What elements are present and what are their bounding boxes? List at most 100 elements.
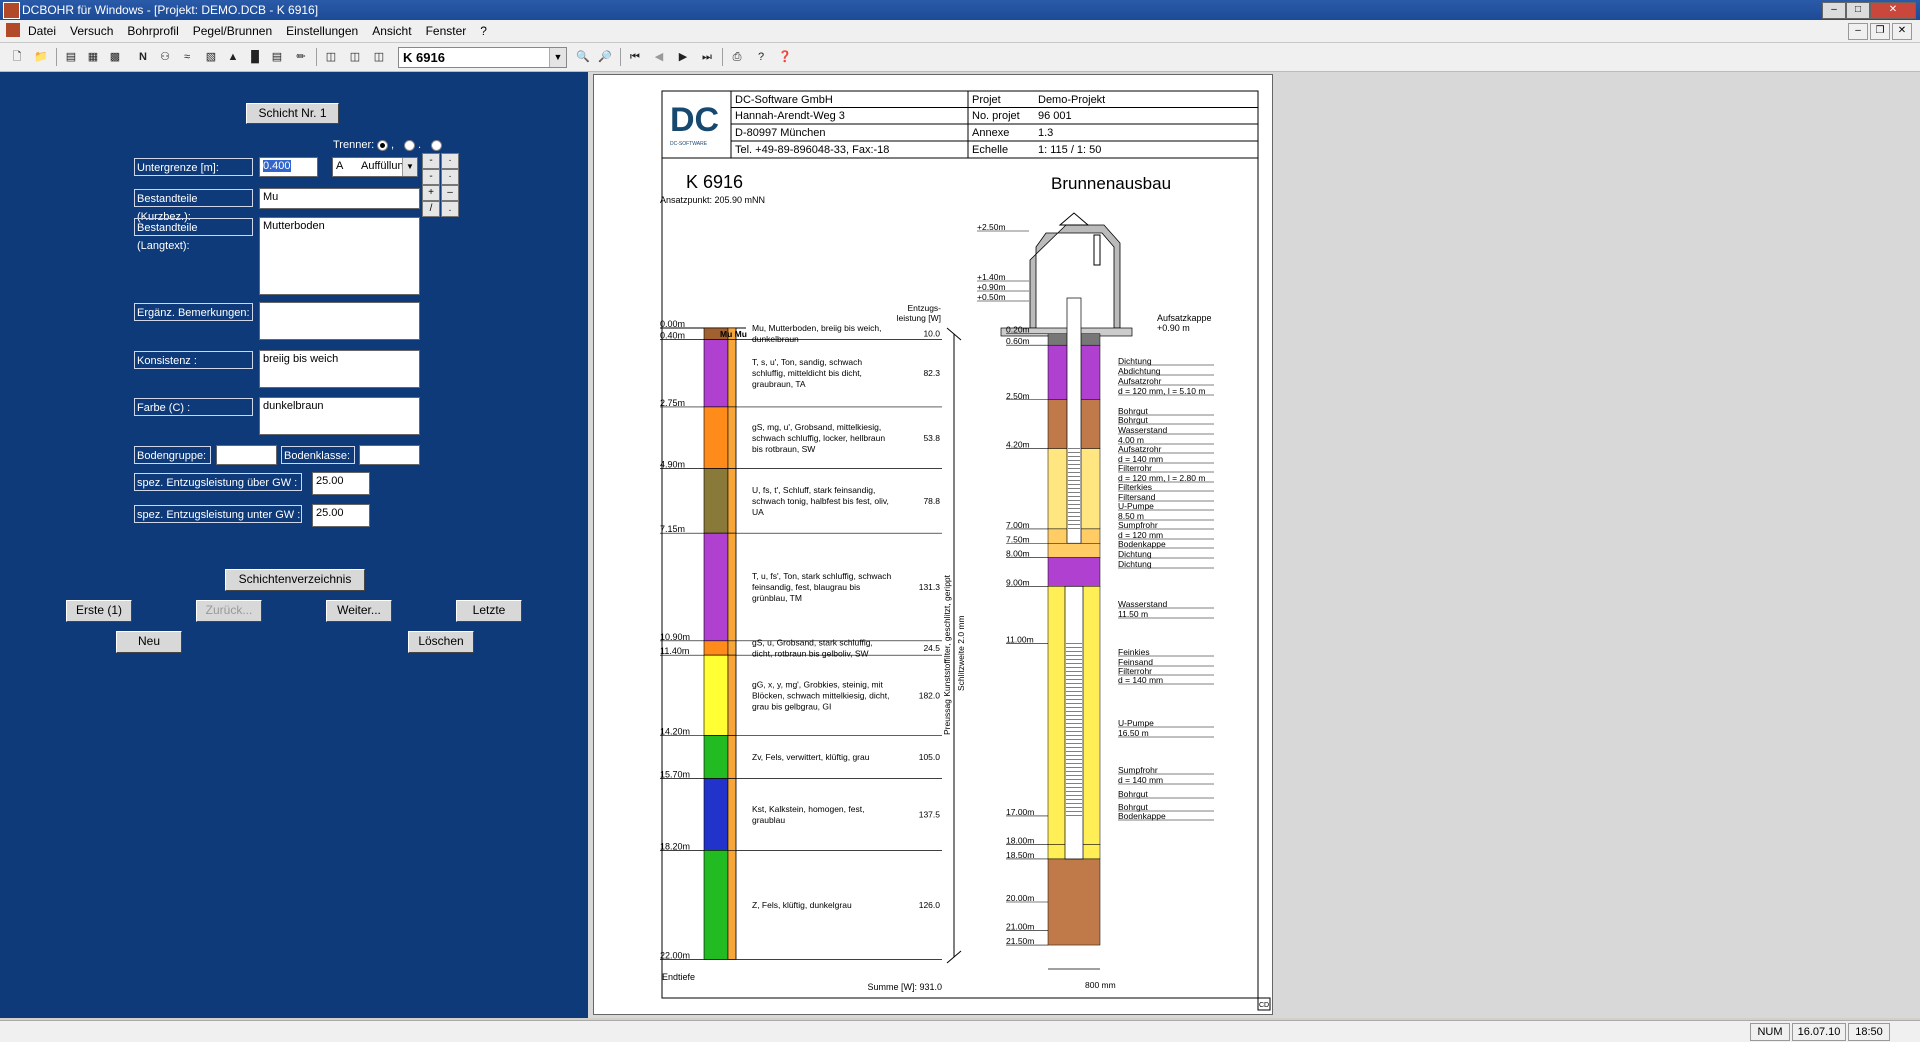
farbe-input[interactable]: dunkelbraun	[259, 397, 420, 435]
document-icon[interactable]	[6, 23, 20, 37]
well-note: d = 140 mm	[1118, 675, 1163, 685]
info-label-echelle: Echelle	[972, 144, 1008, 156]
stratum-power-value: 137.5	[919, 809, 941, 819]
layer-icon-a[interactable]: ◫	[322, 48, 340, 66]
column-icon[interactable]: █	[246, 48, 264, 66]
open-folder-icon[interactable]: 📁	[32, 48, 50, 66]
well-icon[interactable]: ▲	[224, 48, 242, 66]
dot-button[interactable]: .	[441, 201, 459, 217]
kurzbez-input[interactable]: Mu	[259, 188, 420, 209]
zoom-out-icon[interactable]: 🔎	[596, 48, 614, 66]
trenner-radio-dot[interactable]	[404, 140, 415, 151]
n-icon[interactable]: N	[134, 48, 152, 66]
print-icon[interactable]: ⎙	[728, 48, 746, 66]
stratum-fill	[703, 339, 729, 408]
mdi-restore-button[interactable]: ❐	[1870, 23, 1890, 40]
mdi-minimize-button[interactable]: –	[1848, 23, 1868, 40]
status-bar: NUM 16.07.10 18:50	[0, 1020, 1920, 1042]
well-note: Aufsatzrohr	[1118, 444, 1162, 454]
menu-einstellungen[interactable]: Einstellungen	[286, 20, 358, 42]
lab-icon[interactable]: ⚇	[156, 48, 174, 66]
plus-button[interactable]: +	[422, 185, 440, 201]
small-button-2[interactable]: ·	[441, 153, 459, 169]
borehole-report: DC DC-SOFTWARE DC-Software GmbH Hannah-A…	[660, 90, 1271, 1011]
bemerkungen-input[interactable]	[259, 302, 420, 340]
slash-button[interactable]: /	[422, 201, 440, 217]
well-depth-label: 2.50m	[1006, 391, 1030, 401]
bodengruppe-input[interactable]	[216, 445, 277, 465]
minus-button[interactable]: –	[441, 185, 459, 201]
well-annulus-band	[1047, 557, 1101, 587]
stratum-description: feinsandig, fest, blaugrau bis	[752, 582, 860, 592]
trenner-label: Trenner:	[333, 139, 375, 151]
langtext-input[interactable]: Mutterboden	[259, 217, 420, 295]
small-button-4[interactable]: ·	[441, 169, 459, 185]
stratum-power-value: 105.0	[919, 752, 941, 762]
back-button[interactable]: Zurück...	[196, 600, 262, 622]
trenner-radio-underscore[interactable]	[431, 140, 442, 151]
bodenklasse-input[interactable]	[359, 445, 420, 465]
minimize-button[interactable]: –	[1822, 2, 1846, 19]
layer-icon-b[interactable]: ◫	[346, 48, 364, 66]
menu-bohrprofil[interactable]: Bohrprofil	[127, 20, 178, 42]
layer-icon-c[interactable]: ◫	[370, 48, 388, 66]
maximize-button[interactable]: □	[1846, 2, 1870, 19]
borehole-select[interactable]: K 6916 ▼	[398, 47, 567, 68]
stratum-power-value: 82.3	[923, 368, 940, 378]
wave-icon[interactable]: ≈	[178, 48, 196, 66]
entzug-unter-input[interactable]: 25.00	[312, 504, 370, 527]
menu-pegel-brunnen[interactable]: Pegel/Brunnen	[193, 20, 272, 42]
zoom-in-icon[interactable]: 🔍	[574, 48, 592, 66]
menu-versuch[interactable]: Versuch	[70, 20, 113, 42]
well-note: Abdichtung	[1118, 366, 1161, 376]
konsistenz-input[interactable]: breiig bis weich	[259, 350, 420, 388]
stratum-power-value: 126.0	[919, 900, 941, 910]
menu-fenster[interactable]: Fenster	[426, 20, 467, 42]
profile-icon[interactable]: ▧	[202, 48, 220, 66]
last-button[interactable]: Letzte	[456, 600, 522, 622]
menu-datei[interactable]: Datei	[28, 20, 56, 42]
stratum-fill	[703, 850, 729, 960]
new-file-icon[interactable]: 🗋	[8, 48, 26, 66]
report-sheet: DC DC-SOFTWARE DC-Software GmbH Hannah-A…	[593, 74, 1273, 1015]
well-depth-label: 7.50m	[1006, 534, 1030, 544]
delete-button[interactable]: Löschen	[408, 631, 474, 653]
previous-record-icon[interactable]: ◀	[650, 48, 668, 66]
menu-help[interactable]: ?	[480, 20, 487, 42]
well-note: 11.50 m	[1118, 609, 1148, 619]
chevron-down-icon[interactable]: ▼	[402, 158, 417, 176]
next-button[interactable]: Weiter...	[326, 600, 392, 622]
pen-icon[interactable]: ✏	[292, 48, 310, 66]
trenner-radio-comma[interactable]	[377, 140, 388, 151]
first-button[interactable]: Erste (1)	[66, 600, 132, 622]
entzug-ueber-input[interactable]: 25.00	[312, 472, 370, 495]
stratum-description: grau bis gelbgrau, GI	[752, 701, 831, 711]
small-button-1[interactable]: -	[422, 153, 440, 169]
stratum-description: grünblau, TM	[752, 593, 802, 603]
borehole-select-value: K 6916	[403, 50, 445, 65]
chart-icon[interactable]: ▤	[268, 48, 286, 66]
chevron-down-icon[interactable]: ▼	[549, 48, 566, 67]
context-help-icon[interactable]: ❓	[776, 48, 794, 66]
first-record-icon[interactable]: ⏮	[626, 48, 644, 66]
new-button[interactable]: Neu	[116, 631, 182, 653]
stratum-sidebar	[727, 654, 737, 736]
stratum-description: gS, u, Grobsand, stark schluffig,	[752, 638, 873, 648]
untergrenze-input[interactable]: 0.400	[259, 157, 318, 177]
table-icon[interactable]: ▦	[84, 48, 102, 66]
next-record-icon[interactable]: ▶	[674, 48, 692, 66]
mdi-close-button[interactable]: ✕	[1892, 23, 1912, 40]
last-record-icon[interactable]: ⏭	[698, 48, 716, 66]
stratum-description: U, fs, t', Schluff, stark feinsandig,	[752, 485, 875, 495]
grid-icon[interactable]: ▩	[106, 48, 124, 66]
stratum-description: Mu, Mutterboden, breiig bis weich,	[752, 323, 881, 333]
help-icon[interactable]: ?	[752, 48, 770, 66]
well-note: Dichtung	[1118, 559, 1152, 569]
schichtenverzeichnis-button[interactable]: Schichtenverzeichnis	[225, 569, 365, 591]
small-button-3[interactable]: -	[422, 169, 440, 185]
menu-ansicht[interactable]: Ansicht	[372, 20, 411, 42]
outer-filter-pipe	[1064, 585, 1084, 860]
close-button[interactable]: ✕	[1870, 2, 1916, 19]
soil-type-select[interactable]: A Auffüllun ▼	[332, 157, 418, 177]
page-icon[interactable]: ▤	[62, 48, 80, 66]
